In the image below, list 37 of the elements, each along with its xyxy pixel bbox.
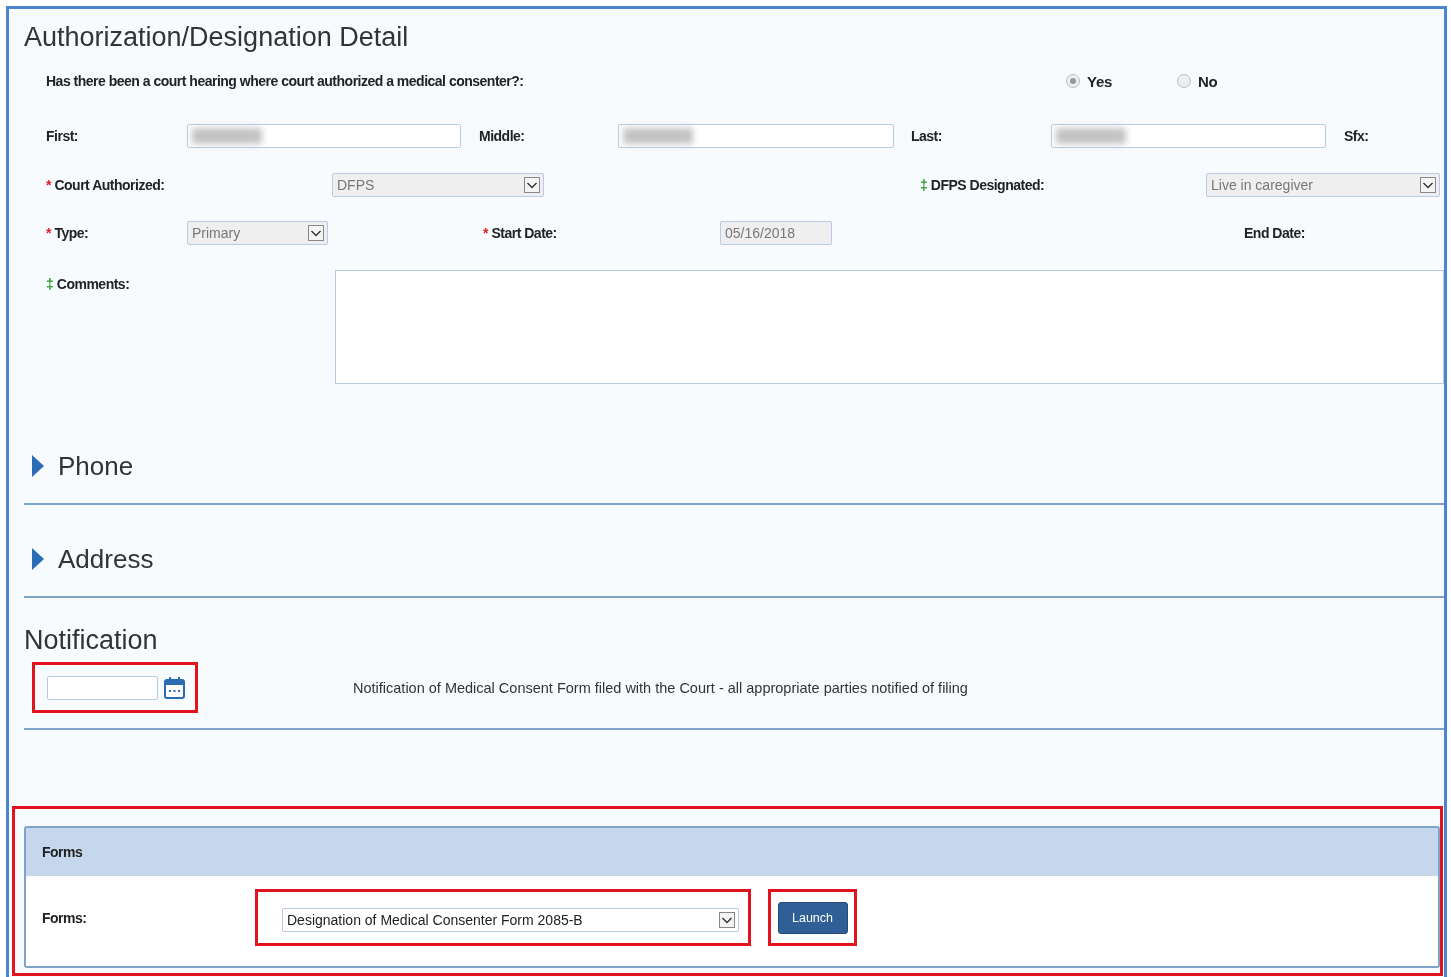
field-label: DFPS Designated: <box>930 177 1045 193</box>
panel-title: Forms <box>42 844 83 860</box>
caret-icon <box>1420 177 1436 193</box>
question-label: Has there been a court hearing where court authorized a medical consenter?: <box>46 73 524 89</box>
field-label: Middle: <box>479 128 525 144</box>
section-toggle[interactable]: Phone <box>24 443 134 489</box>
field-label: Comments: <box>56 276 130 292</box>
required-marker: * <box>46 177 52 193</box>
required-marker: * <box>483 225 489 241</box>
text-field[interactable] <box>1051 124 1326 148</box>
required-marker: * <box>46 225 52 241</box>
triangle-icon <box>32 548 44 570</box>
field-label: First: <box>46 128 78 144</box>
triangle-icon <box>32 455 44 477</box>
notification-description: Notification of Medical Consent Form filed with the Court - all appropriate parties notified of filing <box>353 679 968 696</box>
field-label: Court Authorized: <box>54 177 165 193</box>
text-field[interactable] <box>618 124 894 148</box>
text-field[interactable] <box>187 124 461 148</box>
calendar-icon[interactable] <box>164 676 185 699</box>
caret-icon <box>524 177 540 193</box>
field-label: Forms: <box>42 909 87 926</box>
section-title: Notification <box>24 623 159 657</box>
conditional-marker: ‡ <box>920 177 928 193</box>
field-label: Last: <box>911 128 942 144</box>
caret-icon <box>719 911 735 928</box>
dropdown-field[interactable]: Designation of Medical Consenter Form 2085-B <box>282 907 739 932</box>
comments-field[interactable] <box>335 270 1444 384</box>
field-label: Start Date: <box>491 225 557 241</box>
conditional-marker: ‡ <box>46 276 54 292</box>
launch-button[interactable]: Launch <box>777 901 848 934</box>
field-label: Type: <box>54 225 89 241</box>
date-field[interactable] <box>47 675 158 700</box>
page-title: Authorization/Designation Detail <box>23 20 410 54</box>
field-label: End Date: <box>1244 225 1305 241</box>
caret-icon <box>308 225 324 241</box>
field-label: Sfx: <box>1344 128 1369 144</box>
section-toggle[interactable]: Address <box>24 536 154 582</box>
